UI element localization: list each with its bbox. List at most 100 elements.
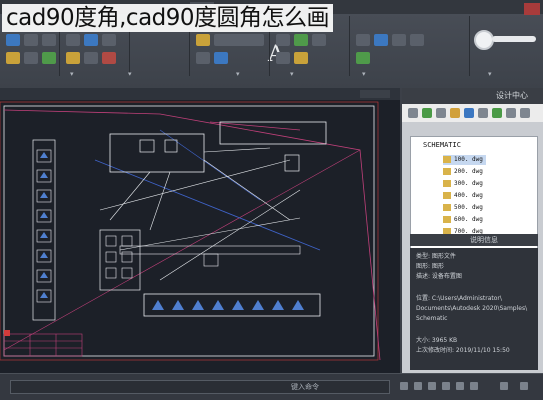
pump-station-symbols (105, 235, 133, 279)
group-icon[interactable] (294, 52, 308, 64)
tree-item[interactable]: 300. dwg (443, 179, 483, 189)
palette-toolbar (402, 104, 543, 122)
copy-icon[interactable] (66, 52, 80, 64)
insert-block-icon[interactable] (276, 34, 290, 46)
magenta-short (209, 121, 301, 131)
info-line: Schematic (416, 315, 448, 322)
blue-line (94, 159, 321, 251)
middle-pipe-run (119, 245, 301, 255)
close-icon[interactable] (524, 3, 540, 15)
hatch-icon[interactable] (42, 52, 56, 64)
forward-icon[interactable] (422, 108, 432, 118)
info-line: 类型: 图形文件 (416, 253, 456, 260)
tree-item[interactable]: 200. dwg (443, 167, 483, 177)
group-footer-1[interactable]: ▾ (70, 70, 74, 82)
favorites-icon[interactable] (478, 108, 488, 118)
dwg-file-icon (443, 156, 451, 163)
polar-toggle-icon[interactable] (442, 382, 450, 390)
description-header: 说明信息 (410, 234, 538, 246)
mirror-icon[interactable] (84, 52, 98, 64)
info-line: 图形: 图形 (416, 263, 444, 270)
tree-root-label[interactable]: SCHEMATIC (423, 141, 461, 149)
right-valve-symbol (284, 154, 300, 172)
dwg-file-icon (443, 216, 451, 223)
osnap-toggle-icon[interactable] (456, 382, 464, 390)
edit-block-icon[interactable] (312, 34, 326, 46)
fillet-icon[interactable] (102, 52, 116, 64)
ribbon-tab-output[interactable] (340, 2, 364, 12)
cad-canvas[interactable] (0, 100, 400, 373)
viewport-controls[interactable] (360, 90, 390, 98)
magenta-construction-line (3, 109, 381, 361)
blue-line-2 (159, 129, 261, 201)
search-icon[interactable] (464, 108, 474, 118)
view-cube-icon[interactable] (474, 30, 494, 50)
settings-icon[interactable] (500, 382, 508, 390)
base-icon[interactable] (356, 52, 370, 64)
tree-item[interactable]: 100. dwg (443, 155, 486, 165)
fullscreen-icon[interactable] (520, 382, 528, 390)
layer-freeze-icon[interactable] (214, 52, 228, 64)
select-all-icon[interactable] (374, 34, 388, 46)
dwg-file-icon (443, 192, 451, 199)
preview-icon[interactable] (506, 108, 516, 118)
rotate-icon[interactable] (84, 34, 98, 46)
title-block-marker (4, 330, 10, 336)
layer-properties-icon[interactable] (196, 34, 210, 46)
limits-border (0, 101, 379, 361)
tree-toggle-icon[interactable] (492, 108, 502, 118)
up-icon[interactable] (436, 108, 446, 118)
create-block-icon[interactable] (294, 34, 308, 46)
ribbon-group-utilities (350, 16, 470, 76)
layer-off-icon[interactable] (196, 52, 210, 64)
drawing-area[interactable] (0, 88, 400, 373)
drawing-tab-bar (0, 88, 400, 100)
polyline-icon[interactable] (24, 34, 38, 46)
info-line: 描述: 设备布置图 (416, 273, 462, 280)
bottom-row-symbols (152, 300, 304, 310)
unit-component-2 (164, 139, 178, 153)
navigation-bar[interactable] (492, 36, 536, 42)
description-icon[interactable] (520, 108, 530, 118)
folder-icon[interactable] (450, 108, 460, 118)
group-footer-3[interactable]: ▾ (236, 70, 240, 82)
ortho-toggle-icon[interactable] (428, 382, 436, 390)
view-icon[interactable] (410, 34, 424, 46)
command-line[interactable]: 键入命令 (10, 380, 390, 394)
dwg-file-icon (443, 204, 451, 211)
magenta-diagonal (3, 149, 361, 351)
description-panel: 类型: 图形文件 图形: 图形 描述: 设备布置图 位置: C:\Users\A… (410, 248, 538, 370)
tree-item[interactable]: 500. dwg (443, 203, 483, 213)
group-footer-2[interactable]: ▾ (128, 70, 132, 82)
info-line: 上次修改时间: 2019/11/10 15:50 (416, 347, 510, 354)
clipboard-icon[interactable] (392, 34, 406, 46)
match-properties-icon[interactable] (276, 52, 290, 64)
lineweight-toggle-icon[interactable] (470, 382, 478, 390)
status-bar: 键入命令 (0, 373, 543, 400)
info-line: 位置: C:\Users\Administrator\ (416, 295, 502, 302)
tree-item[interactable]: 600. dwg (443, 215, 483, 225)
measure-icon[interactable] (356, 34, 370, 46)
group-footer-4[interactable]: ▾ (290, 70, 294, 82)
group-footer-6[interactable]: ▾ (488, 70, 492, 82)
info-line: 大小: 3965 KB (416, 337, 458, 344)
line-icon[interactable] (6, 34, 20, 46)
snap-toggle-icon[interactable] (414, 382, 422, 390)
dwg-file-icon (443, 168, 451, 175)
left-column-markers (40, 152, 48, 298)
autocad-window: A ▾ ▾ ▾ ▾ ▾ ▾ cad90度角,cad9 (0, 0, 543, 400)
trim-icon[interactable] (102, 34, 116, 46)
rectangle-icon[interactable] (42, 34, 56, 46)
circle-icon[interactable] (6, 52, 20, 64)
article-title-overlay: cad90度角,cad90度圆角怎么画 (2, 4, 334, 32)
arc-icon[interactable] (24, 52, 38, 64)
move-icon[interactable] (66, 34, 80, 46)
tree-item[interactable]: 400. dwg (443, 191, 483, 201)
bottom-equipment-row (143, 293, 321, 317)
grid-toggle-icon[interactable] (400, 382, 408, 390)
info-line: Documents\Autodesk 2020\Samples\ (416, 305, 528, 312)
middle-valve (203, 253, 219, 267)
layer-dropdown[interactable] (214, 34, 264, 46)
group-footer-5[interactable]: ▾ (362, 70, 366, 82)
back-icon[interactable] (408, 108, 418, 118)
